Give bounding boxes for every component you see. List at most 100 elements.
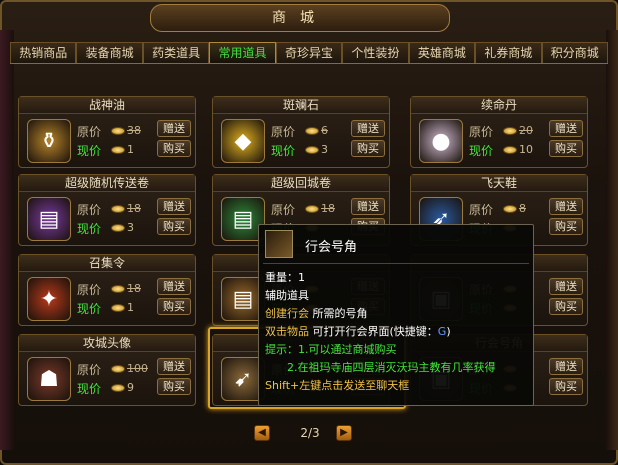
original-price-value: 38 bbox=[127, 124, 141, 137]
gold-coin-icon bbox=[305, 205, 319, 213]
gift-button[interactable]: 赠送 bbox=[549, 120, 583, 137]
item-name: 斑斓石 bbox=[213, 97, 389, 114]
gift-button[interactable]: 赠送 bbox=[549, 278, 583, 295]
tooltip-desc-label: 创建行会 bbox=[265, 307, 309, 320]
original-price-label: 原价 bbox=[271, 203, 296, 217]
gift-button[interactable]: 赠送 bbox=[157, 198, 191, 215]
pagination: ◀ 2/3 ▶ bbox=[254, 424, 354, 444]
gold-coin-icon bbox=[111, 384, 125, 392]
original-price-value: 100 bbox=[127, 362, 148, 375]
item-card[interactable]: 续命丹 ● 原价 20 现价 10 赠送 购买 bbox=[410, 96, 588, 168]
gold-coin-icon bbox=[305, 127, 319, 135]
gold-coin-icon bbox=[111, 304, 125, 312]
original-price-value: 18 bbox=[127, 282, 141, 295]
tooltip-dbl-label: 双击物品 bbox=[265, 325, 309, 338]
title-bar: 商城 bbox=[150, 4, 450, 32]
tooltip-category: 辅助道具 bbox=[265, 289, 309, 302]
gold-coin-icon bbox=[111, 365, 125, 373]
next-page-button[interactable]: ▶ bbox=[336, 425, 352, 441]
tab-hot[interactable]: 热销商品 bbox=[10, 42, 77, 63]
item-card[interactable]: 召集令 ✦ 原价 18 现价 1 赠送购买 bbox=[18, 254, 196, 326]
window-decoration-right bbox=[606, 30, 618, 450]
buy-button[interactable]: 购买 bbox=[351, 140, 385, 157]
current-price-label: 现价 bbox=[469, 144, 494, 158]
flask-icon[interactable]: ⚱ bbox=[27, 119, 71, 163]
buy-button[interactable]: 购买 bbox=[157, 378, 191, 395]
gift-button[interactable]: 赠送 bbox=[351, 120, 385, 137]
item-name: 战神油 bbox=[19, 97, 195, 114]
buy-button[interactable]: 购买 bbox=[157, 218, 191, 235]
item-name: 飞天鞋 bbox=[411, 175, 587, 192]
avatar-icon[interactable]: ☗ bbox=[27, 357, 71, 401]
prev-page-button[interactable]: ◀ bbox=[254, 425, 270, 441]
tooltip-dbl-text: 可打开行会界面(快捷键： bbox=[312, 325, 438, 338]
tab-common-items[interactable]: 常用道具 bbox=[209, 42, 276, 63]
gift-button[interactable]: 赠送 bbox=[351, 198, 385, 215]
original-price-label: 原价 bbox=[77, 283, 102, 297]
current-price-label: 现价 bbox=[77, 302, 102, 316]
gift-button[interactable]: 赠送 bbox=[157, 278, 191, 295]
item-card[interactable]: 攻城头像 ☗ 原价 100 现价 9 赠送 购买 bbox=[18, 334, 196, 406]
buy-button[interactable]: 购买 bbox=[549, 218, 583, 235]
gold-coin-icon bbox=[111, 146, 125, 154]
buy-button[interactable]: 购买 bbox=[157, 140, 191, 157]
current-price-value: 1 bbox=[127, 301, 134, 314]
tab-hero[interactable]: 英雄商城 bbox=[408, 42, 476, 63]
gift-button[interactable]: 赠送 bbox=[157, 120, 191, 137]
token-icon[interactable]: ✦ bbox=[27, 277, 71, 321]
tab-fashion[interactable]: 个性装扮 bbox=[342, 42, 409, 63]
tooltip-title: 行会号角 bbox=[305, 240, 358, 255]
tooltip-tip-2: 2.在祖玛寺庙四层消灭沃玛主教有几率获得 bbox=[287, 361, 496, 374]
buy-button[interactable]: 购买 bbox=[157, 298, 191, 315]
gold-coin-icon bbox=[503, 205, 517, 213]
tab-points[interactable]: 积分商城 bbox=[541, 42, 608, 63]
tab-equipment[interactable]: 装备商城 bbox=[76, 42, 143, 63]
tab-medicine[interactable]: 药类道具 bbox=[142, 42, 210, 63]
original-price-value: 18 bbox=[321, 202, 335, 215]
original-price-label: 原价 bbox=[469, 203, 494, 217]
gold-coin-icon bbox=[111, 285, 125, 293]
gift-button[interactable]: 赠送 bbox=[549, 358, 583, 375]
window-title: 商城 bbox=[272, 10, 328, 26]
original-price-label: 原价 bbox=[77, 125, 102, 139]
tooltip-description: 创建行会 所需的号角 bbox=[265, 305, 368, 321]
tab-treasures[interactable]: 奇珍异宝 bbox=[275, 42, 343, 63]
gift-button[interactable]: 赠送 bbox=[157, 358, 191, 375]
category-tabs: 热销商品 装备商城 药类道具 常用道具 奇珍异宝 个性装扮 英雄商城 礼券商城 … bbox=[10, 42, 608, 64]
buy-button[interactable]: 购买 bbox=[549, 140, 583, 157]
item-name: 召集令 bbox=[19, 255, 195, 272]
gold-coin-icon bbox=[111, 205, 125, 213]
original-price-value: 18 bbox=[127, 202, 141, 215]
gold-coin-icon bbox=[305, 146, 319, 154]
original-price-label: 原价 bbox=[77, 203, 102, 217]
buy-button[interactable]: 购买 bbox=[549, 378, 583, 395]
item-name: 超级随机传送卷 bbox=[19, 175, 195, 192]
item-card[interactable]: 超级随机传送卷 ▤ 原价 18 现价 3 赠送购买 bbox=[18, 174, 196, 246]
current-price-value: 3 bbox=[321, 143, 328, 156]
original-price-label: 原价 bbox=[271, 125, 296, 139]
tab-voucher[interactable]: 礼券商城 bbox=[475, 42, 542, 63]
gold-coin-icon bbox=[111, 127, 125, 135]
scroll-icon[interactable]: ▤ bbox=[27, 197, 71, 241]
original-price-label: 原价 bbox=[77, 363, 102, 377]
original-price-value: 6 bbox=[321, 124, 328, 137]
gold-coin-icon bbox=[111, 224, 125, 232]
tooltip-desc-text: 所需的号角 bbox=[312, 307, 368, 320]
item-card[interactable]: 斑斓石 ◆ 原价 6 现价 3 赠送 购买 bbox=[212, 96, 390, 168]
item-tooltip: 行会号角 重量：1 辅助道具 创建行会 所需的号角 双击物品 可打开行会界面(快… bbox=[258, 224, 534, 406]
gem-icon[interactable]: ◆ bbox=[221, 119, 265, 163]
current-price-value: 3 bbox=[127, 221, 134, 234]
page-indicator: 2/3 bbox=[300, 426, 320, 440]
item-name: 超级回城卷 bbox=[213, 175, 389, 192]
item-card[interactable]: 战神油 ⚱ 原价 38 现价 1 赠送 购买 bbox=[18, 96, 196, 168]
tooltip-weight: 重量：1 bbox=[265, 271, 305, 284]
buy-button[interactable]: 购买 bbox=[549, 298, 583, 315]
pill-icon[interactable]: ● bbox=[419, 119, 463, 163]
current-price-label: 现价 bbox=[77, 222, 102, 236]
tooltip-shift-hint: Shift+左键点击发送至聊天框 bbox=[265, 379, 410, 392]
current-price-label: 现价 bbox=[77, 382, 102, 396]
current-price-value: 9 bbox=[127, 381, 134, 394]
gift-button[interactable]: 赠送 bbox=[549, 198, 583, 215]
tooltip-double-click: 双击物品 可打开行会界面(快捷键：G) bbox=[265, 323, 451, 339]
item-name: 续命丹 bbox=[411, 97, 587, 114]
